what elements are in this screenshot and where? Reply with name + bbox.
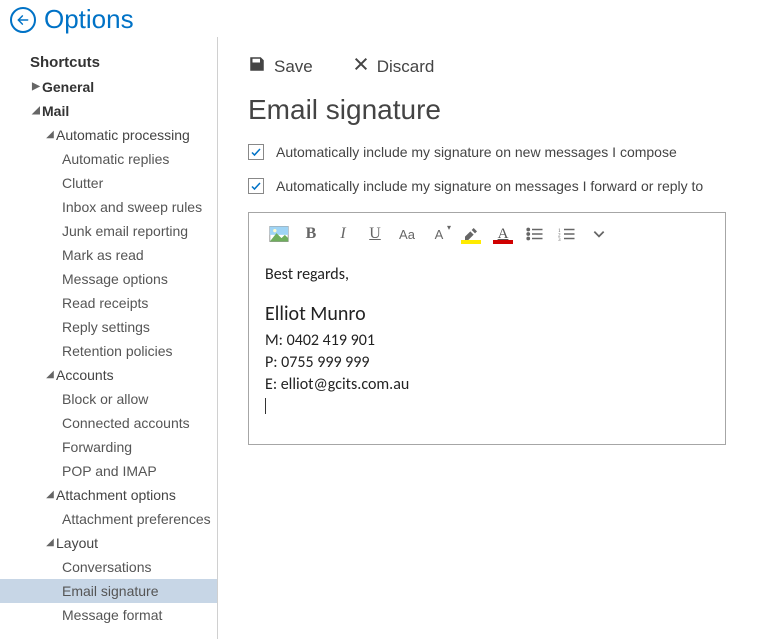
font-color-icon[interactable]: A [489,221,517,247]
caret-down-icon: ◢ [44,363,56,387]
sidebar-item-junk-email[interactable]: Junk email reporting [0,219,217,243]
discard-button[interactable]: Discard [353,55,435,78]
caret-right-icon: ▶ [30,75,42,99]
page-header-title: Options [44,4,134,35]
signature-greeting: Best regards, [265,265,709,284]
sidebar-group-accounts[interactable]: ◢Accounts [0,363,217,387]
editor-toolbar: B I U Aa A▾ A [249,213,725,255]
number-list-icon[interactable]: 123 [553,221,581,247]
sidebar-item-message-options[interactable]: Message options [0,267,217,291]
save-button[interactable]: Save [248,55,313,78]
sidebar-item-block-or-allow[interactable]: Block or allow [0,387,217,411]
page-title: Email signature [248,94,740,126]
caret-down-icon: ◢ [44,531,56,555]
sidebar-item-forwarding[interactable]: Forwarding [0,435,217,459]
sidebar-group-attachment-options[interactable]: ◢Attachment options [0,483,217,507]
sidebar-item-reply-settings[interactable]: Reply settings [0,315,217,339]
underline-icon[interactable]: U [361,221,389,247]
sidebar-item-retention-policies[interactable]: Retention policies [0,339,217,363]
sidebar-item-clutter[interactable]: Clutter [0,171,217,195]
save-icon [248,55,266,78]
font-family-icon[interactable]: Aa [393,221,421,247]
sidebar-item-inbox-sweep[interactable]: Inbox and sweep rules [0,195,217,219]
signature-editor: B I U Aa A▾ A [248,212,726,445]
sidebar-group-layout[interactable]: ◢Layout [0,531,217,555]
checkbox-include-compose[interactable] [248,144,264,160]
checkbox-label: Automatically include my signature on ne… [276,144,677,160]
caret-down-icon: ◢ [44,483,56,507]
font-size-icon[interactable]: A▾ [425,221,453,247]
signature-email: E: elliot@gcits.com.au [265,374,709,396]
options-sidebar: Shortcuts ▶General ◢Mail ◢Automatic proc… [0,37,218,639]
signature-name: Elliot Munro [265,302,709,326]
sidebar-item-mark-as-read[interactable]: Mark as read [0,243,217,267]
sidebar-item-connected-accounts[interactable]: Connected accounts [0,411,217,435]
sidebar-item-read-receipts[interactable]: Read receipts [0,291,217,315]
close-icon [353,56,369,77]
bullet-list-icon[interactable] [521,221,549,247]
sidebar-group-automatic-processing[interactable]: ◢Automatic processing [0,123,217,147]
sidebar-item-mail[interactable]: ◢Mail [0,99,217,123]
checkbox-label: Automatically include my signature on me… [276,178,703,194]
svg-text:3: 3 [558,237,561,241]
sidebar-item-attachment-preferences[interactable]: Attachment preferences [0,507,217,531]
signature-mobile: M: 0402 419 901 [265,330,709,352]
insert-image-icon[interactable] [265,221,293,247]
signature-phone: P: 0755 999 999 [265,352,709,374]
highlight-icon[interactable] [457,221,485,247]
italic-icon[interactable]: I [329,221,357,247]
text-cursor [265,398,266,414]
bold-icon[interactable]: B [297,221,325,247]
signature-content[interactable]: Best regards, Elliot Munro M: 0402 419 9… [249,255,725,444]
sidebar-item-email-signature[interactable]: Email signature [0,579,217,603]
back-button[interactable] [10,7,36,33]
caret-down-icon: ◢ [30,99,42,123]
checkbox-include-reply[interactable] [248,178,264,194]
more-options-icon[interactable] [585,221,613,247]
sidebar-item-shortcuts[interactable]: Shortcuts [0,51,217,75]
sidebar-item-message-format[interactable]: Message format [0,603,217,627]
sidebar-item-pop-imap[interactable]: POP and IMAP [0,459,217,483]
sidebar-item-automatic-replies[interactable]: Automatic replies [0,147,217,171]
caret-down-icon: ◢ [44,123,56,147]
sidebar-item-general[interactable]: ▶General [0,75,217,99]
sidebar-item-conversations[interactable]: Conversations [0,555,217,579]
